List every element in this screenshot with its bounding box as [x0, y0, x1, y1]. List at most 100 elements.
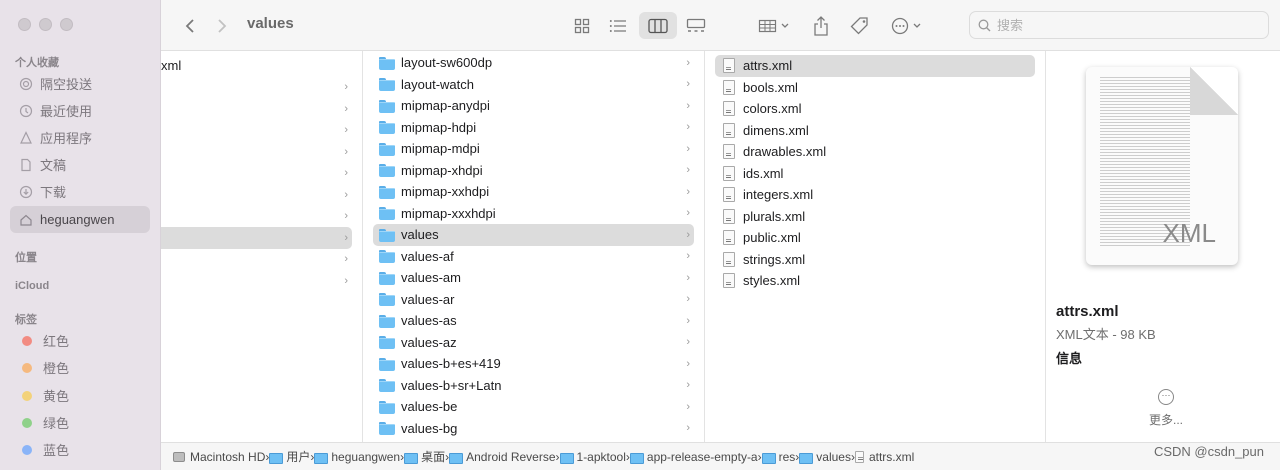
sidebar-item-applications[interactable]: 应用程序 [10, 124, 150, 151]
group-button[interactable] [755, 12, 795, 39]
search-input[interactable] [997, 17, 1247, 33]
list-item[interactable]: › [161, 206, 362, 228]
icloud-header[interactable]: iCloud [15, 280, 49, 292]
action-button[interactable] [887, 12, 927, 39]
folder-item[interactable]: layout-watch › [373, 74, 694, 96]
folder-item-label: mipmap-xxxhdpi [401, 205, 496, 221]
file-item[interactable]: plurals.xml [715, 206, 1035, 228]
path-bar: Macintosh HD › 用户 › heguangwen › 桌面 › Android Re… [161, 442, 1280, 470]
folder-item[interactable]: values-b+es+419 › [373, 353, 694, 375]
folder-item[interactable]: layout-sw600dp › [373, 52, 694, 74]
zoom-button[interactable] [60, 18, 73, 31]
breadcrumb-item[interactable]: Macintosh HD [173, 450, 265, 464]
list-item[interactable]: › [161, 120, 362, 142]
file-item[interactable]: styles.xml [715, 270, 1035, 292]
file-item[interactable]: integers.xml [715, 184, 1035, 206]
folder-item-selected[interactable]: values › [373, 224, 694, 246]
file-thumbnail[interactable]: XML [1086, 67, 1238, 265]
file-item-selected[interactable]: attrs.xml [715, 55, 1035, 77]
breadcrumb-item[interactable]: values [799, 450, 851, 464]
list-item-selected[interactable]: › [161, 227, 352, 249]
column-3[interactable]: attrs.xml bools.xml colors.xml dimens.xml dr… [705, 51, 1046, 442]
column-1[interactable]: xml › › › › › › › › › › [161, 51, 363, 442]
list-item[interactable]: › [161, 141, 362, 163]
tag-button[interactable] [847, 12, 873, 39]
sidebar-item-label: 橙色 [43, 361, 70, 376]
list-item[interactable]: › [161, 270, 362, 292]
chevron-right-icon [218, 18, 227, 33]
sidebar-tag-yellow[interactable]: 黄色 [10, 382, 150, 409]
sidebar-tag-red[interactable]: 红色 [10, 327, 150, 354]
column-view-button[interactable] [639, 12, 677, 39]
folder-item[interactable]: mipmap-hdpi › [373, 117, 694, 139]
breadcrumb-item[interactable]: 1-apktool [559, 450, 626, 464]
folder-item[interactable]: values-be › [373, 396, 694, 418]
close-button[interactable] [18, 18, 31, 31]
folder-item[interactable]: mipmap-mdpi › [373, 138, 694, 160]
gallery-view-button[interactable] [681, 12, 711, 39]
folder-icon [629, 452, 644, 464]
breadcrumb-label: app-release-empty-a [646, 449, 758, 464]
folder-item[interactable]: values-b+sr+Latn › [373, 375, 694, 397]
list-view-button[interactable] [603, 12, 633, 39]
sidebar-tag-blue[interactable]: 蓝色 [10, 436, 150, 463]
list-item[interactable]: xml [161, 55, 362, 77]
sidebar-tag-green[interactable]: 绿色 [10, 409, 150, 436]
search-field[interactable] [969, 11, 1269, 39]
file-item-label: styles.xml [743, 273, 801, 289]
xml-file-icon [723, 187, 735, 203]
sidebar-tag-orange[interactable]: 橙色 [10, 354, 150, 381]
minimize-button[interactable] [39, 18, 52, 31]
forward-button[interactable] [211, 12, 233, 39]
tags-header[interactable]: 标签 [15, 311, 37, 327]
folder-item[interactable]: values-am › [373, 267, 694, 289]
icon-view-button[interactable] [567, 12, 597, 39]
sidebar: 个人收藏 隔空投送 最近使用 应用程序 文稿 下载 heguangwen 位置 … [0, 0, 161, 470]
file-item[interactable]: colors.xml [715, 98, 1035, 120]
file-item[interactable]: ids.xml [715, 163, 1035, 185]
breadcrumb-item[interactable]: Android Reverse [449, 450, 556, 464]
breadcrumb-item[interactable]: res [761, 450, 795, 464]
sidebar-item-home[interactable]: heguangwen [10, 206, 150, 233]
gallery-icon [686, 18, 706, 32]
download-icon [18, 184, 34, 200]
folder-item[interactable]: values-az › [373, 332, 694, 354]
breadcrumb-item[interactable]: app-release-empty-a [629, 449, 758, 464]
folder-item[interactable]: values-as › [373, 310, 694, 332]
folder-item[interactable]: mipmap-xhdpi › [373, 160, 694, 182]
breadcrumb-item[interactable]: 桌面 [404, 448, 445, 465]
share-button[interactable] [809, 12, 833, 39]
sidebar-item-airdrop[interactable]: 隔空投送 [10, 70, 150, 97]
file-item[interactable]: strings.xml [715, 249, 1035, 271]
folder-icon [559, 452, 574, 464]
folder-item[interactable]: values-af › [373, 246, 694, 268]
list-item[interactable]: › [161, 77, 362, 99]
breadcrumb-item[interactable]: heguangwen [314, 450, 400, 464]
list-item[interactable]: › [161, 249, 362, 271]
file-item[interactable]: drawables.xml [715, 141, 1035, 163]
folder-item[interactable]: mipmap-xxhdpi › [373, 181, 694, 203]
breadcrumb-item[interactable]: 用户 [269, 448, 310, 465]
folder-icon [379, 336, 395, 350]
list-item[interactable]: › [161, 184, 362, 206]
breadcrumb-item[interactable]: attrs.xml [854, 450, 914, 464]
sidebar-item-documents[interactable]: 文稿 [10, 151, 150, 178]
list-icon [609, 19, 626, 32]
back-button[interactable] [179, 12, 201, 39]
breadcrumb-label: heguangwen [331, 449, 401, 464]
sidebar-item-downloads[interactable]: 下载 [10, 178, 150, 205]
file-item[interactable]: dimens.xml [715, 120, 1035, 142]
sidebar-item-recents[interactable]: 最近使用 [10, 97, 150, 124]
folder-item[interactable]: mipmap-xxxhdpi › [373, 203, 694, 225]
folder-item[interactable]: values-ar › [373, 289, 694, 311]
file-item[interactable]: public.xml [715, 227, 1035, 249]
list-item[interactable]: › [161, 98, 362, 120]
folder-item[interactable]: values-bg › [373, 418, 694, 440]
column-2[interactable]: layout-sw600dp › layout-watch › mipmap-anydp… [363, 51, 705, 442]
list-item[interactable]: › [161, 163, 362, 185]
file-item[interactable]: bools.xml [715, 77, 1035, 99]
chevron-right-icon: › [344, 210, 348, 223]
folder-item[interactable]: mipmap-anydpi › [373, 95, 694, 117]
locations-header[interactable]: 位置 [15, 249, 37, 265]
more-button[interactable]: ··· 更多... [1146, 389, 1186, 428]
